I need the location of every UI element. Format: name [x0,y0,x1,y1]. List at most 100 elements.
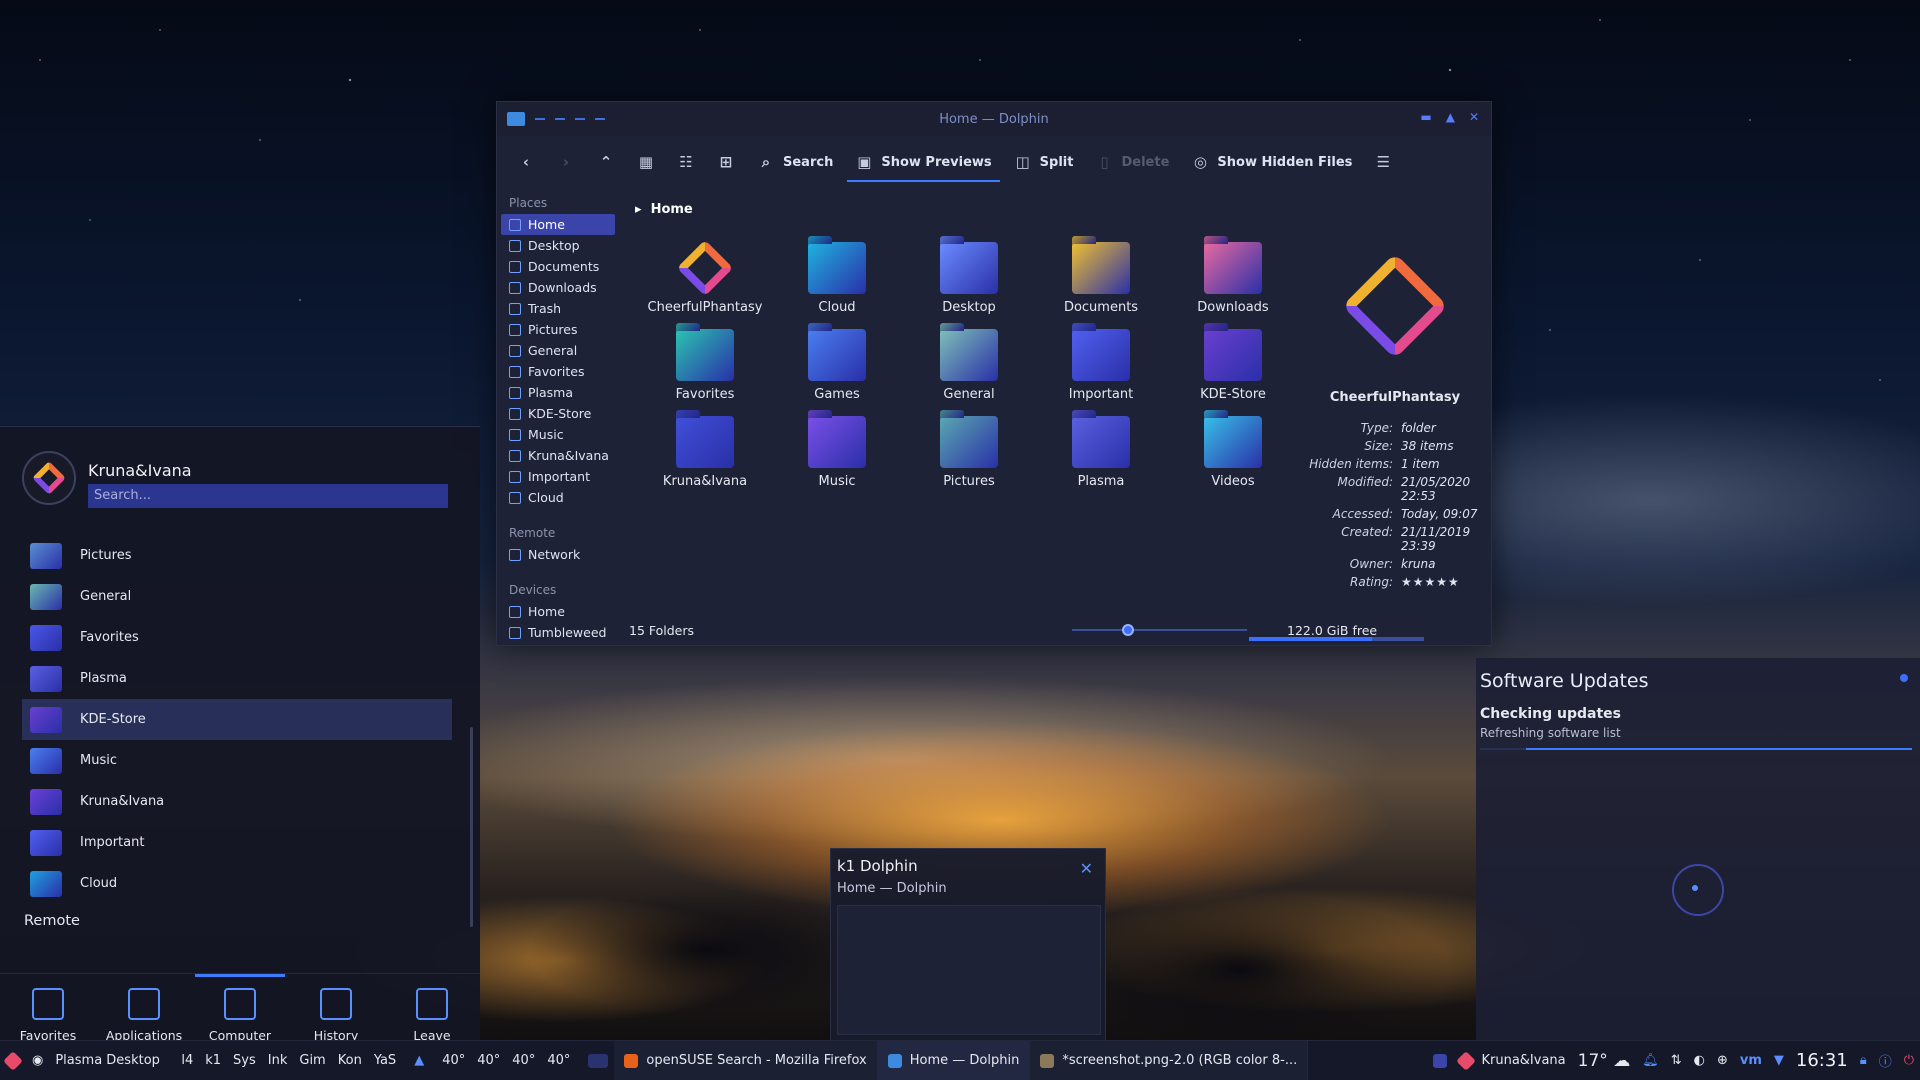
breadcrumb[interactable]: ▸ Home [635,202,693,217]
sidebar-item-pictures[interactable]: Pictures [501,319,615,340]
zoom-slider[interactable] [1072,624,1247,636]
close-icon[interactable]: ✕ [1080,859,1093,878]
pager-desktop[interactable]: l4 [181,1053,193,1068]
sidebar-item-network[interactable]: Network [501,544,615,565]
file-item[interactable]: Favorites [639,329,771,402]
sidebar-item-tumbleweed[interactable]: Tumbleweed [501,622,615,643]
file-item[interactable]: Important [1035,329,1167,402]
delete-button[interactable]: ▯ Delete [1087,146,1177,178]
maximize-icon[interactable]: ▲ [1446,110,1455,124]
file-item[interactable]: Documents [1035,242,1167,315]
sidebar-item-downloads[interactable]: Downloads [501,277,615,298]
file-item[interactable]: CheerfulPhantasy [639,239,771,315]
file-item[interactable]: Music [771,416,903,489]
avatar[interactable] [22,451,76,505]
search-button[interactable]: ⌕ Search [749,146,841,178]
sidebar-item-plasma[interactable]: Plasma [501,382,615,403]
launcher-item-krunaivana[interactable]: Kruna&Ivana [22,781,452,822]
icons-view-button[interactable]: ▦ [629,146,663,178]
pager-desktop[interactable]: YaS [374,1053,396,1068]
launcher-item-kdestore[interactable]: KDE-Store [22,699,452,740]
show-hidden-files-button[interactable]: ◎ Show Hidden Files [1183,146,1360,178]
window-preview[interactable] [837,905,1101,1035]
file-item[interactable]: Cloud [771,242,903,315]
task-button[interactable]: openSUSE Search - Mozilla Firefox [614,1041,878,1080]
minimize-icon[interactable]: ▬ [1420,110,1431,124]
clock[interactable]: 16:31 [1790,1041,1854,1080]
activity-label[interactable]: Plasma Desktop [49,1041,169,1080]
network-icon [509,548,521,561]
launcher-item-pictures[interactable]: Pictures [22,535,452,576]
launcher-item-cloud[interactable]: Cloud [22,863,452,904]
sidebar-item-favorites[interactable]: Favorites [501,361,615,382]
weather-widget[interactable]: 17° ☁ [1572,1041,1637,1080]
pager-desktop[interactable]: Sys [233,1053,256,1068]
logout-icon[interactable]: ⏻ [1898,1041,1920,1080]
tray-expand-icon[interactable]: ▼ [1768,1041,1790,1080]
pager-desktop[interactable]: k1 [205,1053,221,1068]
task-thumbnail[interactable]: k1 Dolphin Home — Dolphin ✕ [830,848,1106,1042]
sidebar-item-desktop[interactable]: Desktop [501,235,615,256]
forward-button[interactable]: › [549,146,583,178]
updates-progress-fill [1526,748,1912,750]
up-arrow-icon[interactable]: ▲ [408,1041,430,1080]
file-item[interactable]: Pictures [903,416,1035,489]
plasma-icon[interactable] [1427,1041,1453,1080]
pager-desktop[interactable]: Kon [338,1053,362,1068]
sidebar-item-documents[interactable]: Documents [501,256,615,277]
pager-desktop[interactable]: Gim [299,1053,325,1068]
sidebar-item-kdestore[interactable]: KDE-Store [501,403,615,424]
sidebar-item-important[interactable]: Important [501,466,615,487]
back-button[interactable]: ‹ [509,146,543,178]
task-label: openSUSE Search - Mozilla Firefox [646,1053,867,1068]
file-item[interactable]: Plasma [1035,416,1167,489]
file-item[interactable]: Downloads [1167,242,1299,315]
launcher-item-plasma[interactable]: Plasma [22,658,452,699]
details-view-button[interactable]: ⊞ [709,146,743,178]
file-item[interactable]: KDE-Store [1167,329,1299,402]
launcher-item-favorites[interactable]: Favorites [22,617,452,658]
compact-view-button[interactable]: ☷ [669,146,703,178]
info-icon[interactable]: ⓘ [1873,1041,1898,1080]
network-icon[interactable]: ⇅ [1665,1041,1688,1080]
sidebar-item-home[interactable]: Home [501,214,615,235]
launcher-item-music[interactable]: Music [22,740,452,781]
launcher-item-label: Music [80,753,117,768]
task-button[interactable]: *screenshot.png-2.0 (RGB color 8-... [1030,1041,1309,1080]
split-button[interactable]: ◫ Split [1006,146,1082,178]
file-item[interactable]: Games [771,329,903,402]
scrollbar[interactable] [470,727,473,927]
notifications-icon[interactable]: 🔔︎ [1636,1041,1665,1080]
sidebar-item-trash[interactable]: Trash [501,298,615,319]
sidebar-item-krunaivana[interactable]: Kruna&Ivana [501,445,615,466]
file-item[interactable]: General [903,329,1035,402]
close-icon[interactable]: ✕ [1469,110,1479,124]
launcher-item-important[interactable]: Important [22,822,452,863]
pager-desktop[interactable]: Ink [268,1053,288,1068]
launcher-item-general[interactable]: General [22,576,452,617]
hamburger-menu-button[interactable]: ☰ [1366,146,1400,178]
file-item[interactable]: Desktop [903,242,1035,315]
task-button[interactable]: Home — Dolphin [877,1041,1031,1080]
sidebar-item-music[interactable]: Music [501,424,615,445]
activity-icon[interactable]: ◉ [26,1041,49,1080]
volume-icon[interactable]: ⊕ [1711,1041,1734,1080]
file-item[interactable]: Kruna&Ivana [639,416,771,489]
breadcrumb-home[interactable]: Home [651,202,693,217]
desktop-grid-icon[interactable] [582,1041,614,1080]
sidebar-item-cloud[interactable]: Cloud [501,487,615,508]
sidebar-item-general[interactable]: General [501,340,615,361]
search-input[interactable]: Search... [88,484,448,508]
launcher-button[interactable] [0,1041,26,1080]
rating-stars[interactable]: ★★★★★ [1401,575,1485,589]
sidebar-item-home[interactable]: Home [501,601,615,622]
tray-user[interactable]: Kruna&Ivana [1453,1041,1571,1080]
power-icon[interactable]: ◐ [1688,1041,1711,1080]
vm-icon[interactable]: vm [1734,1041,1768,1080]
zoom-slider-handle[interactable] [1121,624,1134,636]
lock-icon[interactable]: 🔒︎ [1854,1041,1873,1080]
show-previews-button[interactable]: ▣ Show Previews [847,146,1001,182]
file-item[interactable]: Videos [1167,416,1299,489]
up-button[interactable]: ⌃ [589,146,623,178]
free-space-label: 122.0 GiB free [1287,622,1378,638]
